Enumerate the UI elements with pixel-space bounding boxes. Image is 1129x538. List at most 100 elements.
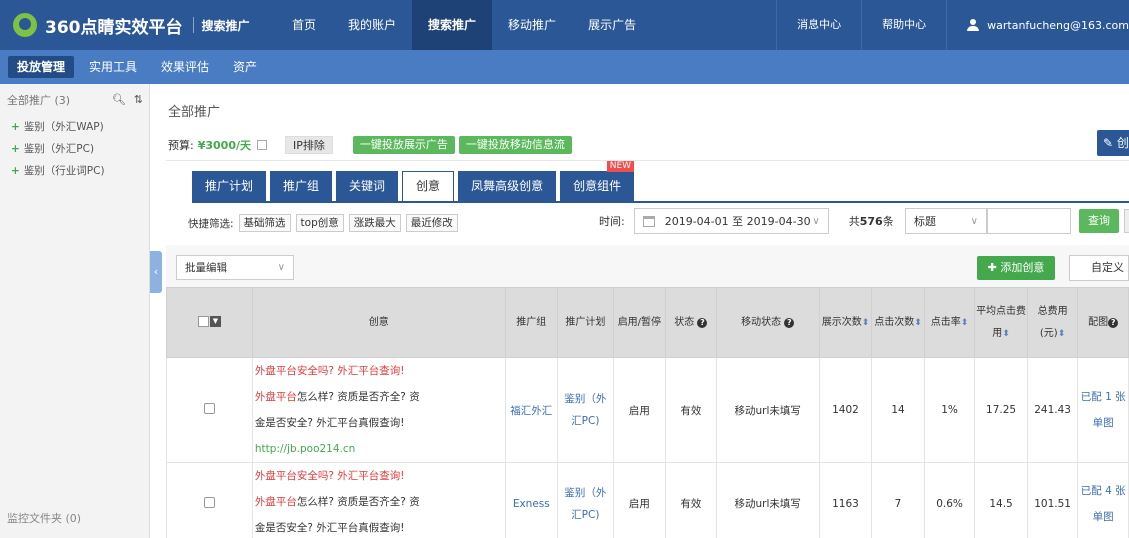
group-link[interactable]: 福汇外汇 [504, 357, 559, 463]
create-button[interactable]: ✎ 创 [1097, 130, 1129, 156]
batch-edit-select[interactable]: 批量编辑 ∨ [176, 255, 294, 280]
col-impressions[interactable]: 展示次数⬍ [818, 287, 873, 358]
col-mobile-status-label: 移动状态 [741, 316, 782, 328]
creative-title: 外盘平台安全吗? 外汇平台查询! [255, 463, 505, 489]
plan-link[interactable]: 鉴别（外 汇PC) [557, 357, 614, 463]
sidebar-item-label: 鉴别（行业词PC) [23, 165, 105, 177]
row-checkbox[interactable] [203, 403, 215, 414]
col-image-label: 配图 [1088, 316, 1109, 328]
creative-title-text: 安全吗? 外汇平台查询! [296, 470, 405, 482]
plus-icon[interactable]: + [11, 143, 20, 155]
deploy-mobile-feed-button[interactable]: 一键投放移动信息流 [458, 136, 572, 154]
col-clicks[interactable]: 点击次数⬍ [871, 287, 925, 358]
ip-exclude-button[interactable]: IP排除 [285, 136, 333, 154]
tab-creative-components[interactable]: 创意组件 NEW [560, 161, 635, 201]
time-label: 时间: [599, 215, 625, 228]
cost-cell: 101.51 [1026, 462, 1079, 538]
divider [166, 160, 1129, 161]
sidebar-item[interactable]: + 鉴别（外汇PC) [0, 138, 149, 160]
creative-desc-keyword: 外盘平台 [254, 496, 297, 508]
table-row: 外盘平台安全吗? 外汇平台查询! 外盘平台怎么样? 资质是否齐全? 资 金是否安… [166, 462, 1129, 538]
chevron-down-icon: ∨ [277, 262, 285, 273]
filter-recently-modified[interactable]: 最近修改 [405, 214, 458, 232]
select-all-header: ▼ [166, 287, 253, 358]
filter-biggest-change[interactable]: 涨跌最大 [348, 214, 401, 232]
status-cell: 有效 [665, 357, 717, 463]
caret-down-icon[interactable]: ▼ [209, 316, 221, 327]
help-center-link[interactable]: 帮助中心 [861, 0, 946, 50]
tab-advanced-creatives[interactable]: 凤舞高级创意 [458, 171, 557, 201]
help-icon[interactable]: ? [784, 317, 795, 328]
image-type: 单图 [1092, 417, 1114, 429]
select-all-checkbox[interactable] [197, 316, 209, 327]
logo[interactable]: 360点睛实效平台 搜索推广 [13, 13, 250, 38]
avg-cpc-cell: 14.5 [974, 462, 1028, 538]
clicks-cell: 14 [871, 357, 925, 463]
search-field-select[interactable]: 标题 ∨ [905, 208, 987, 234]
enable-cell[interactable]: 启用 [612, 462, 667, 538]
col-image: 配图? [1077, 287, 1129, 358]
plus-icon[interactable]: + [11, 165, 20, 177]
image-cell[interactable]: 已配 4 张单图 [1077, 462, 1129, 538]
budget-row: 预算: ¥3000/天 IP排除 一键投放展示广告 一键投放移动信息流 [168, 136, 572, 154]
subnav-delivery-management[interactable]: 投放管理 [8, 56, 75, 78]
col-creative: 创意 [251, 287, 506, 358]
chevron-down-icon: ∨ [812, 215, 820, 227]
creative-url[interactable]: http://jb.poo214.cn [255, 436, 505, 462]
tabs-underline [192, 201, 1129, 203]
new-badge: NEW [606, 161, 635, 172]
query-button[interactable]: 查询 [1079, 209, 1119, 233]
creative-cell[interactable]: 外盘平台安全吗? 外汇平台查询! 外盘平台怎么样? 资质是否齐全? 资 金是否安… [251, 462, 506, 538]
filter-basic[interactable]: 基础筛选 [238, 214, 291, 232]
tab-plans[interactable]: 推广计划 [192, 171, 267, 201]
subnav-tools[interactable]: 实用工具 [80, 56, 146, 78]
help-icon[interactable]: ? [1108, 317, 1119, 328]
tab-creatives[interactable]: 创意 [402, 171, 455, 201]
nav-display-ads[interactable]: 展示广告 [572, 0, 652, 50]
tab-groups[interactable]: 推广组 [270, 171, 333, 201]
monitor-folder-link[interactable]: 监控文件夹 (0) [7, 510, 81, 526]
help-icon[interactable]: ? [697, 317, 708, 328]
sort-icon[interactable]: ⇅ [134, 93, 143, 106]
custom-columns-button[interactable]: 自定义 [1069, 255, 1129, 281]
plan-link[interactable]: 鉴别（外 汇PC) [557, 462, 614, 538]
sidebar-item[interactable]: + 鉴别（外汇WAP) [0, 116, 149, 138]
col-cost[interactable]: 总费用 (元)⬍ [1026, 287, 1079, 358]
row-checkbox[interactable] [203, 496, 215, 508]
deploy-display-ads-button[interactable]: 一键投放展示广告 [352, 136, 455, 154]
filter-top-creative[interactable]: top创意 [295, 214, 344, 232]
nav-search-promotion[interactable]: 搜索推广 [412, 0, 493, 50]
date-range-picker[interactable]: 2019-04-01 至 2019-04-30 ∨ [633, 208, 829, 234]
add-creative-button[interactable]: ✚ 添加创意 [977, 256, 1055, 280]
subnav-assets[interactable]: 资产 [224, 56, 266, 78]
image-cell[interactable]: 已配 1 张单图 [1077, 357, 1129, 463]
plus-icon[interactable]: + [11, 121, 20, 133]
creative-desc-text: 怎么样? 资质是否齐全? 资 [296, 391, 420, 403]
edit-icon[interactable] [257, 140, 268, 150]
enable-cell[interactable]: 启用 [612, 357, 667, 463]
col-avg-cpc[interactable]: 平均点击费 用⬍ [974, 287, 1028, 358]
group-link[interactable]: Exness [504, 462, 559, 538]
nav-mobile-promotion[interactable]: 移动推广 [492, 0, 572, 50]
sidebar-item-label: 鉴别（外汇WAP) [23, 121, 104, 133]
sidebar-title[interactable]: 全部推广 (3) [7, 92, 70, 108]
creative-cell[interactable]: 外盘平台安全吗? 外汇平台查询! 外盘平台怎么样? 资质是否齐全? 资 金是否安… [251, 357, 506, 463]
subnav-evaluation[interactable]: 效果评估 [152, 56, 218, 78]
creative-desc-line2: 金是否安全? 外汇平台真假查询! [254, 417, 405, 429]
nav-my-account[interactable]: 我的账户 [332, 0, 412, 50]
sidebar-collapse-button[interactable]: ‹ [150, 251, 162, 293]
tab-keywords[interactable]: 关键词 [336, 171, 399, 201]
top-nav: 首页 我的账户 搜索推广 移动推广 展示广告 [276, 0, 652, 50]
extra-button[interactable] [1124, 209, 1129, 233]
search-icon[interactable]: 🔍︎ [112, 93, 126, 106]
main-content: 全部推广 预算: ¥3000/天 IP排除 一键投放展示广告 一键投放移动信息流… [166, 84, 1129, 538]
sidebar-item[interactable]: + 鉴别（行业词PC) [0, 160, 149, 182]
user-menu[interactable]: wartanfucheng@163.com [946, 0, 1129, 50]
col-ctr[interactable]: 点击率⬍ [923, 287, 976, 358]
image-count: 已配 1 张 [1080, 391, 1126, 403]
message-center-link[interactable]: 消息中心 [776, 0, 861, 50]
cost-cell: 241.43 [1026, 357, 1079, 463]
search-input[interactable] [987, 208, 1071, 234]
nav-home[interactable]: 首页 [276, 0, 332, 50]
tab-label: 创意组件 [573, 179, 622, 193]
